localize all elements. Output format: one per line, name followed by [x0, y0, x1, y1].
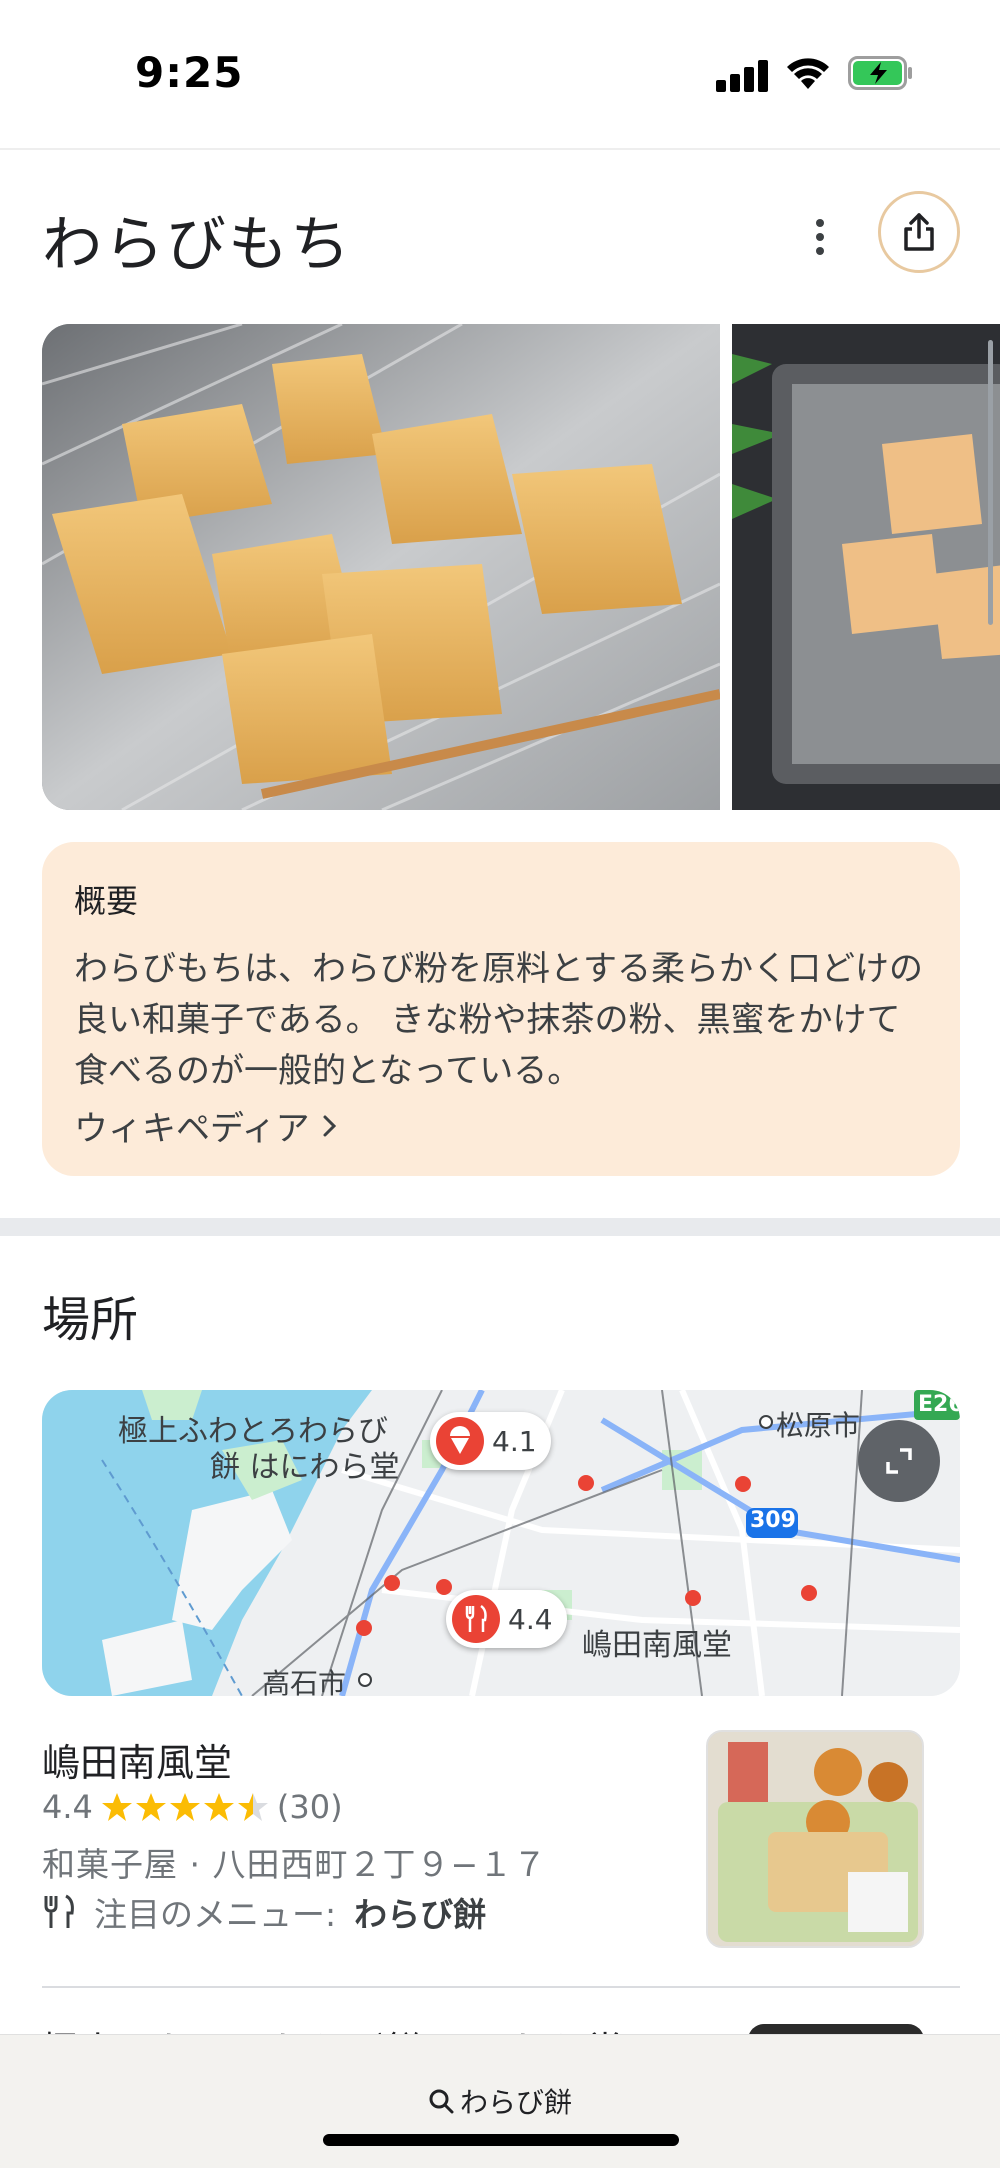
ice-cream-icon: [436, 1417, 484, 1465]
overview-card: 概要 わらびもちは、わらび粉を原料とする柔らかく口どけの良い和菓子である。 きな…: [42, 842, 960, 1176]
star-icon: [135, 1793, 166, 1821]
bottom-search[interactable]: わらび餅: [0, 2081, 1000, 2121]
overview-heading: 概要: [74, 882, 139, 920]
wikipedia-link[interactable]: ウィキペディア: [74, 1101, 928, 1150]
map-pin-shimada[interactable]: 4.4: [446, 1590, 567, 1648]
more-options-button[interactable]: [800, 212, 840, 262]
more-vert-icon: [816, 219, 824, 227]
cellular-signal-icon: [716, 58, 772, 92]
share-button[interactable]: [878, 191, 960, 273]
status-time: 9:25: [135, 48, 244, 97]
rating-stars: [101, 1792, 269, 1822]
search-icon: [429, 2089, 454, 2114]
carousel-scrollbar[interactable]: [988, 340, 993, 625]
star-icon: [203, 1793, 234, 1821]
list-divider: [42, 1986, 960, 1988]
map-label-takaishi: 高石市: [262, 1667, 347, 1696]
places-map[interactable]: 極上ふわとろわらび 餅 はにわら堂 4.1 4.4 嶋田南風堂 松原市 高石市 …: [42, 1390, 960, 1696]
half-star-icon: [237, 1793, 268, 1821]
warabimochi-photo-1[interactable]: [42, 324, 720, 810]
wikipedia-link-label: ウィキペディア: [74, 1109, 310, 1149]
featured-menu-item: わらび餅: [354, 1895, 487, 1934]
place-rating-row: 4.4 (30): [42, 1788, 343, 1826]
chevron-right-icon: [323, 1115, 336, 1136]
place-photo[interactable]: [706, 1730, 924, 1948]
featured-menu-label: 注目のメニュー:: [94, 1895, 337, 1934]
share-icon: [904, 213, 934, 251]
restaurant-icon: [44, 1894, 74, 1928]
featured-menu: 注目のメニュー: わらび餅: [42, 1888, 486, 1936]
star-icon: [101, 1793, 132, 1821]
map-label-pin2: 嶋田南風堂: [582, 1628, 732, 1663]
bottom-search-query: わらび餅: [459, 2086, 572, 2119]
map-pin-rating: 4.1: [492, 1424, 537, 1458]
home-indicator[interactable]: [323, 2134, 679, 2146]
status-bar: 9:25: [0, 0, 1000, 150]
restaurant-icon: [452, 1595, 500, 1643]
map-pin-rating: 4.4: [508, 1602, 553, 1636]
page-title: わらびもち: [42, 210, 352, 280]
places-heading: 場所: [42, 1292, 139, 1348]
section-divider: [0, 1218, 1000, 1236]
warabimochi-photo-2[interactable]: [732, 324, 1000, 810]
image-carousel[interactable]: [42, 324, 1000, 810]
map-pin-hanirado[interactable]: 4.1: [430, 1412, 551, 1470]
battery-charging-icon: [848, 56, 912, 90]
place-name: 嶋田南風堂: [42, 1741, 233, 1785]
bottom-search-bar[interactable]: わらび餅: [0, 2034, 1000, 2168]
route-shield: 309: [750, 1508, 796, 1533]
review-count: (30): [276, 1788, 343, 1826]
expand-map-button[interactable]: [858, 1420, 940, 1502]
wifi-icon: [787, 58, 829, 89]
map-label-pin1-line2: 餅 はにわら堂: [210, 1450, 400, 1485]
fullscreen-icon: [886, 1448, 912, 1474]
place-category-address: 和菓子屋 · 八田西町２丁９−１７: [42, 1845, 548, 1884]
star-icon: [169, 1793, 200, 1821]
place-rating: 4.4: [42, 1788, 93, 1826]
expressway-shield: E26: [918, 1392, 960, 1417]
map-label-matsubara: 松原市: [776, 1409, 861, 1442]
overview-description: わらびもちは、わらび粉を原料とする柔らかく口どけの良い和菓子である。 きな粉や抹…: [74, 949, 923, 1091]
